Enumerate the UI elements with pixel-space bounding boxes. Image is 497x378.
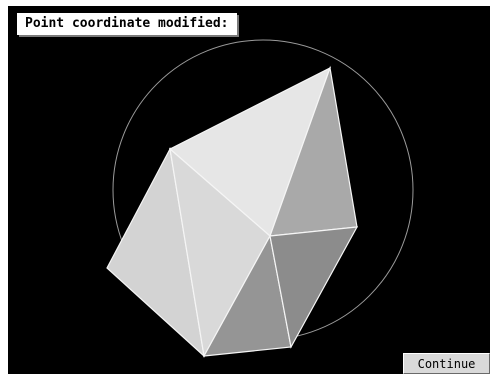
graphics-viewport[interactable]: [8, 6, 490, 374]
polyhedron-canvas: [106, 39, 414, 358]
continue-button[interactable]: Continue: [403, 353, 490, 374]
status-message: Point coordinate modified:: [17, 13, 237, 35]
app-window: Point coordinate modified: Continue: [0, 0, 497, 378]
